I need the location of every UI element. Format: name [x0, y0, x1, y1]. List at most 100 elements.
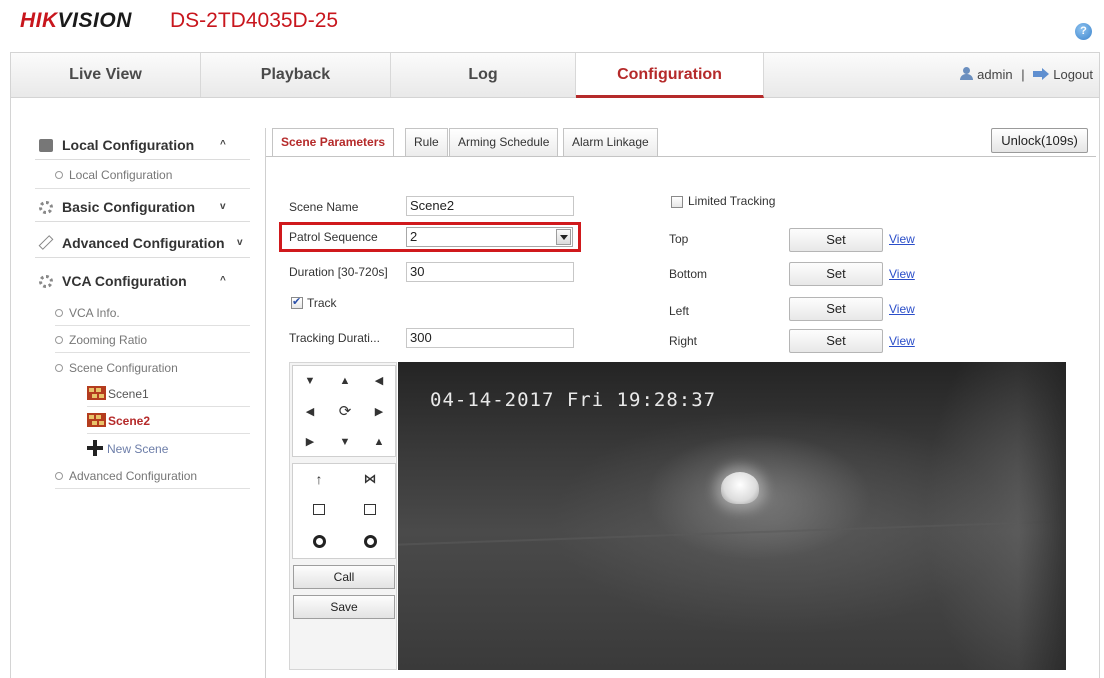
user-icon [960, 67, 974, 80]
pan-down-right-icon[interactable]: ▲ [362, 427, 396, 457]
divider [55, 325, 250, 326]
tracking-duration-label: Tracking Durati... [289, 331, 380, 345]
bullet-icon [55, 336, 63, 344]
limit-bottom-label: Bottom [669, 267, 708, 281]
sidebar-section-local[interactable]: Local Configuration ^ [35, 130, 250, 160]
set-right-button[interactable]: Set [789, 329, 883, 353]
username: admin [977, 67, 1013, 82]
chevron-down-icon[interactable]: v [237, 228, 243, 258]
nav-tab-log[interactable]: Log [391, 53, 576, 97]
sidebar-section-vca-label: VCA Configuration [62, 273, 187, 289]
video-wall-shade [1018, 362, 1066, 670]
nav-tab-configuration[interactable]: Configuration [576, 53, 764, 98]
help-icon[interactable]: ? [1075, 23, 1092, 40]
sidebar-section-basic[interactable]: Basic Configuration v [35, 192, 250, 222]
ptz-lens-controls: ↑ ⋈ [292, 463, 396, 559]
sidebar-section-basic-label: Basic Configuration [62, 199, 196, 215]
tab-underline [266, 156, 1096, 157]
gear-icon [39, 275, 53, 288]
limit-left-label: Left [669, 304, 690, 318]
chevron-down-icon[interactable]: v [220, 192, 226, 222]
unlock-button[interactable]: Unlock(109s) [991, 128, 1088, 153]
zoom-out-icon[interactable]: ⋈ [353, 464, 387, 494]
user-separator: | [1021, 67, 1025, 82]
bullet-icon [55, 309, 63, 317]
pan-down-left-icon[interactable]: ▶ [293, 427, 327, 457]
scene-name-input[interactable]: Scene2 [406, 196, 574, 216]
limited-tracking-label: Limited Tracking [688, 194, 776, 208]
tab-alarm-linkage[interactable]: Alarm Linkage [563, 128, 658, 156]
limited-tracking-checkbox[interactable] [671, 196, 683, 208]
main-nav: Live View Playback Log Configuration adm… [10, 52, 1100, 98]
device-model: DS-2TD4035D-25 [170, 9, 339, 32]
pan-up-left-icon[interactable]: ▼ [293, 366, 327, 396]
bullet-icon [55, 472, 63, 480]
divider [55, 352, 250, 353]
auto-rotate-icon[interactable]: ⟳ [328, 397, 362, 427]
set-top-button[interactable]: Set [789, 228, 883, 252]
gear-icon [39, 201, 53, 214]
pan-right-icon[interactable]: ▶ [362, 397, 396, 427]
sidebar-item-zooming-ratio[interactable]: Zooming Ratio [55, 329, 147, 351]
duration-input[interactable]: 30 [406, 262, 574, 282]
view-right-link[interactable]: View [889, 334, 915, 348]
user-area: admin | Logout [960, 53, 1093, 97]
zoom-in-icon[interactable]: ↑ [302, 464, 336, 494]
pan-up-right-icon[interactable]: ◀ [362, 366, 396, 396]
limit-top-label: Top [669, 232, 689, 246]
highlight-box [279, 222, 581, 252]
track-checkbox[interactable] [291, 295, 303, 309]
sidebar-item-vca-info[interactable]: VCA Info. [55, 302, 120, 324]
scene-item-scene2[interactable]: Scene2 [87, 410, 150, 432]
set-left-button[interactable]: Set [789, 297, 883, 321]
duration-label: Duration [30-720s] [289, 265, 388, 279]
sidebar-item-label: Scene Configuration [69, 361, 178, 375]
sidebar-item-scene-configuration[interactable]: Scene Configuration [55, 357, 178, 379]
focus-near-icon[interactable] [302, 496, 336, 526]
wrench-icon [38, 235, 54, 250]
sidebar-section-local-label: Local Configuration [62, 137, 195, 153]
sidebar-item-advanced-configuration[interactable]: Advanced Configuration [55, 465, 197, 487]
logo-red-text: HIK [20, 9, 58, 32]
tab-rule[interactable]: Rule [405, 128, 448, 156]
focus-far-icon[interactable] [353, 496, 387, 526]
bullet-icon [55, 364, 63, 372]
scene-icon [87, 386, 106, 400]
sidebar-section-advanced[interactable]: Advanced Configuration v [35, 228, 250, 258]
pan-left-icon[interactable]: ◀ [293, 397, 327, 427]
iris-close-icon[interactable] [353, 528, 387, 558]
sidebar-item-label: Local Configuration [69, 168, 173, 182]
set-bottom-button[interactable]: Set [789, 262, 883, 286]
plus-icon [87, 440, 103, 456]
tab-scene-parameters[interactable]: Scene Parameters [272, 128, 395, 157]
view-bottom-link[interactable]: View [889, 267, 915, 281]
save-button[interactable]: Save [293, 595, 395, 619]
divider [87, 433, 250, 434]
sidebar-item-local-configuration[interactable]: Local Configuration [55, 164, 172, 186]
tab-arming-schedule[interactable]: Arming Schedule [449, 128, 559, 156]
chevron-up-icon[interactable]: ^ [220, 266, 226, 296]
view-top-link[interactable]: View [889, 232, 915, 246]
call-button[interactable]: Call [293, 565, 395, 589]
view-left-link[interactable]: View [889, 302, 915, 316]
new-scene-button[interactable]: New Scene [87, 438, 168, 460]
limit-right-label: Right [669, 334, 698, 348]
logout-link[interactable]: Logout [1053, 67, 1093, 82]
sidebar-item-label: Zooming Ratio [69, 333, 148, 347]
live-video-view[interactable]: 04-14-2017 Fri 19:28:37 [398, 362, 1066, 670]
logo-black-text: VISION [57, 9, 132, 32]
scene-item-scene1[interactable]: Scene1 [87, 383, 149, 405]
header: HIKVISION DS-2TD4035D-25 ? [0, 0, 1104, 50]
divider [55, 488, 250, 489]
scene-label: Scene2 [108, 414, 151, 428]
pan-up-icon[interactable]: ▲ [328, 366, 362, 396]
nav-tab-live-view[interactable]: Live View [11, 53, 201, 97]
logout-icon[interactable] [1033, 68, 1050, 80]
chevron-up-icon[interactable]: ^ [220, 130, 226, 160]
iris-open-icon[interactable] [302, 528, 336, 558]
pan-down-icon[interactable]: ▼ [328, 427, 362, 457]
scene-label: Scene1 [108, 387, 149, 401]
tracking-duration-input[interactable]: 300 [406, 328, 574, 348]
nav-tab-playback[interactable]: Playback [201, 53, 391, 97]
sidebar-section-vca[interactable]: VCA Configuration ^ [35, 266, 250, 296]
